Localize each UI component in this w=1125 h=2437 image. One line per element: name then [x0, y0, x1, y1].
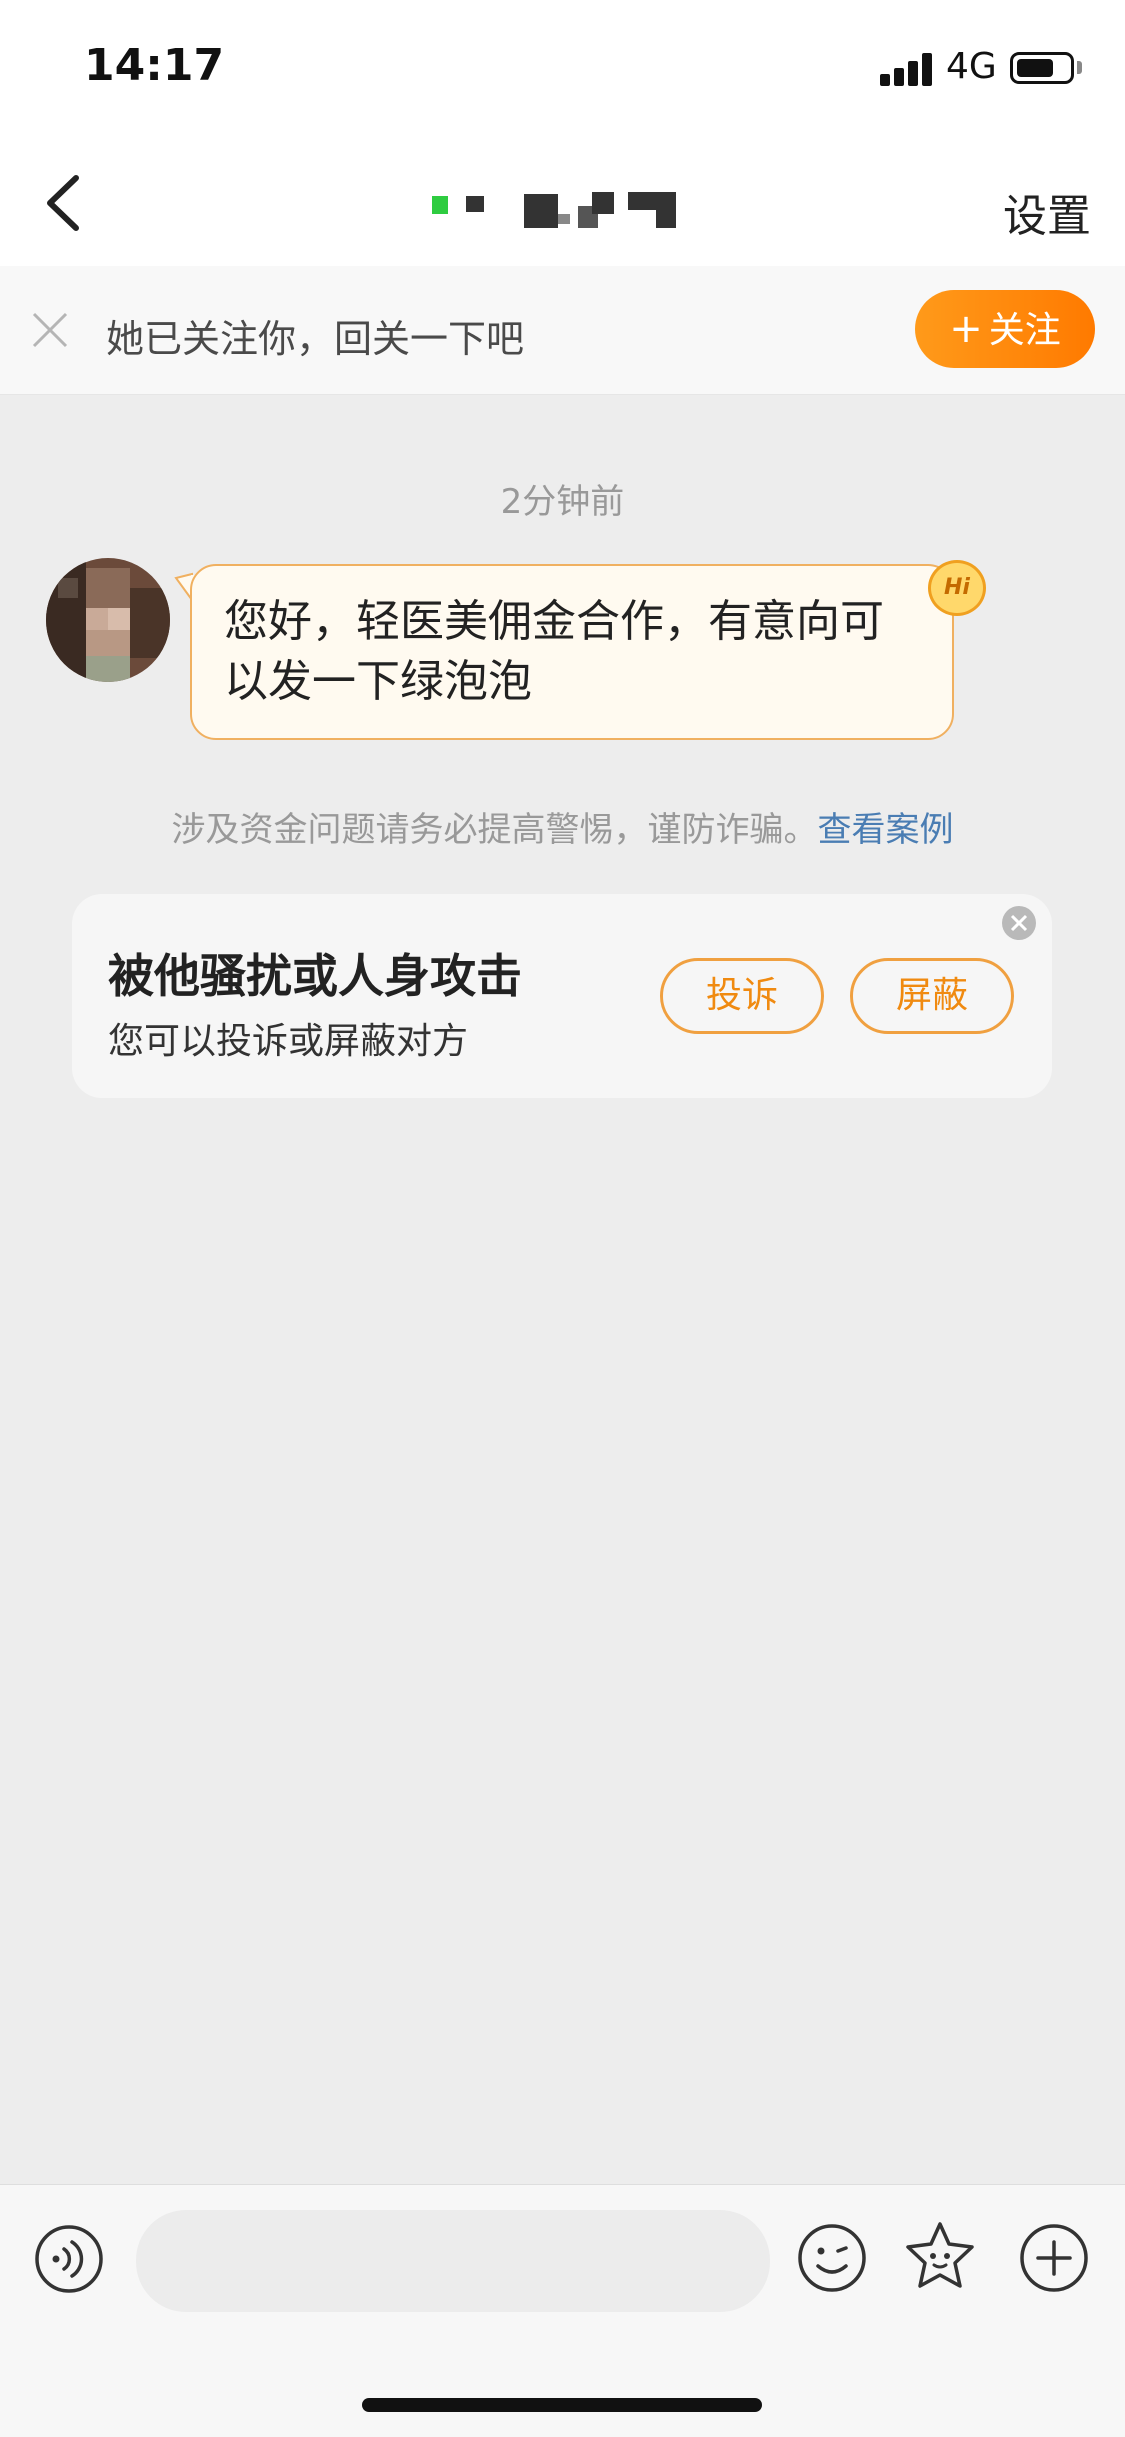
message-input[interactable]	[136, 2210, 770, 2312]
voice-icon[interactable]	[34, 2224, 104, 2294]
battery-icon	[1010, 52, 1074, 84]
username-mosaic	[432, 192, 676, 228]
harassment-subtitle: 您可以投诉或屏蔽对方	[108, 1021, 469, 1062]
follow-banner-text: 她已关注你，回关一下吧	[106, 317, 525, 361]
network-label: 4G	[946, 46, 997, 87]
close-icon[interactable]	[30, 310, 70, 350]
status-time: 14:17	[84, 40, 225, 91]
message-bubble[interactable]: 您好，轻医美佣金合作，有意向可以发一下绿泡泡	[190, 564, 954, 740]
signal-icon	[880, 52, 936, 86]
avatar[interactable]	[46, 558, 170, 682]
battery-tip	[1077, 61, 1082, 74]
home-indicator[interactable]	[362, 2398, 762, 2412]
plus-icon: +	[949, 306, 983, 352]
chevron-left-icon[interactable]	[32, 168, 102, 238]
view-cases-link[interactable]: 查看案例	[818, 810, 954, 850]
settings-link[interactable]: 设置	[1003, 180, 1091, 244]
fraud-warning: 涉及资金问题请务必提高警惕，谨防诈骗。查看案例	[0, 802, 1125, 851]
follow-banner: 她已关注你，回关一下吧 + 关注	[0, 266, 1125, 395]
hi-badge-icon: Hi	[928, 560, 986, 616]
sticker-icon[interactable]	[902, 2218, 978, 2294]
harassment-title: 被他骚扰或人身攻击	[108, 949, 522, 1003]
emoji-icon[interactable]	[796, 2222, 868, 2294]
message-text: 您好，轻医美佣金合作，有意向可以发一下绿泡泡	[224, 596, 884, 707]
follow-button-label: 关注	[988, 310, 1061, 351]
follow-back-button[interactable]: + 关注	[915, 290, 1095, 368]
fraud-warning-text: 涉及资金问题请务必提高警惕，谨防诈骗。	[171, 810, 818, 850]
report-button[interactable]: 投诉	[660, 958, 824, 1034]
message-timestamp: 2分钟前	[500, 482, 625, 522]
block-button[interactable]: 屏蔽	[850, 958, 1014, 1034]
status-bar: 14:17 4G	[0, 0, 1125, 140]
nav-bar: 设置	[0, 140, 1125, 267]
plus-icon[interactable]	[1018, 2222, 1090, 2294]
close-icon[interactable]	[1000, 904, 1038, 942]
